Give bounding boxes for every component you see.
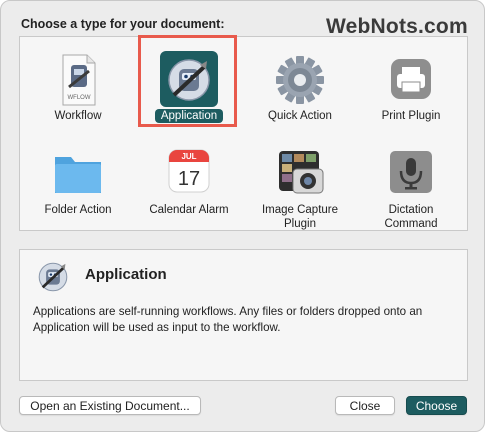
tile-quick-action[interactable]: Quick Action	[244, 45, 356, 141]
image-capture-icon	[271, 145, 329, 203]
tile-calendar-alarm[interactable]: JUL 17 Calendar Alarm	[133, 139, 245, 235]
workflow-badge-text: WFLOW	[68, 95, 91, 101]
calendar-month-text: JUL	[181, 152, 196, 161]
microphone-icon	[382, 145, 440, 203]
tile-print-plugin[interactable]: Print Plugin	[355, 45, 467, 141]
tile-workflow-label: Workflow	[54, 110, 102, 122]
tile-workflow[interactable]: WFLOW Workflow	[22, 45, 134, 141]
tile-dictation-command[interactable]: Dictation Command	[355, 139, 467, 235]
choose-button[interactable]: Choose	[406, 396, 467, 415]
tile-folder-action-label: Folder Action	[44, 204, 112, 216]
workflow-document-icon: WFLOW	[49, 51, 107, 109]
new-document-dialog: Choose a type for your document: WebNots…	[0, 0, 485, 432]
calendar-day-text: 17	[178, 168, 200, 190]
open-existing-document-button[interactable]: Open an Existing Document...	[19, 396, 201, 415]
selection-highlight-outline	[138, 35, 237, 127]
automator-robot-icon	[33, 257, 73, 297]
description-panel: Application Applications are self-runnin…	[19, 249, 468, 381]
close-button[interactable]: Close	[335, 396, 395, 415]
tile-calendar-alarm-label: Calendar Alarm	[149, 204, 229, 216]
description-title: Application	[85, 266, 167, 283]
tile-image-capture-label: Image Capture Plugin	[261, 204, 339, 230]
dialog-header: Choose a type for your document:	[21, 17, 225, 31]
tile-image-capture-plugin[interactable]: Image Capture Plugin	[244, 139, 356, 235]
tile-print-plugin-label: Print Plugin	[381, 110, 441, 122]
document-type-grid: WFLOW Workflow Application Quick Action …	[19, 36, 468, 231]
tile-quick-action-label: Quick Action	[268, 110, 332, 122]
gear-icon	[271, 51, 329, 109]
folder-icon	[49, 145, 107, 203]
tile-folder-action[interactable]: Folder Action	[22, 139, 134, 235]
calendar-icon: JUL 17	[160, 145, 218, 203]
printer-icon	[382, 51, 440, 109]
description-text: Applications are self-running workflows.…	[33, 305, 423, 334]
tile-dictation-label: Dictation Command	[384, 204, 438, 230]
